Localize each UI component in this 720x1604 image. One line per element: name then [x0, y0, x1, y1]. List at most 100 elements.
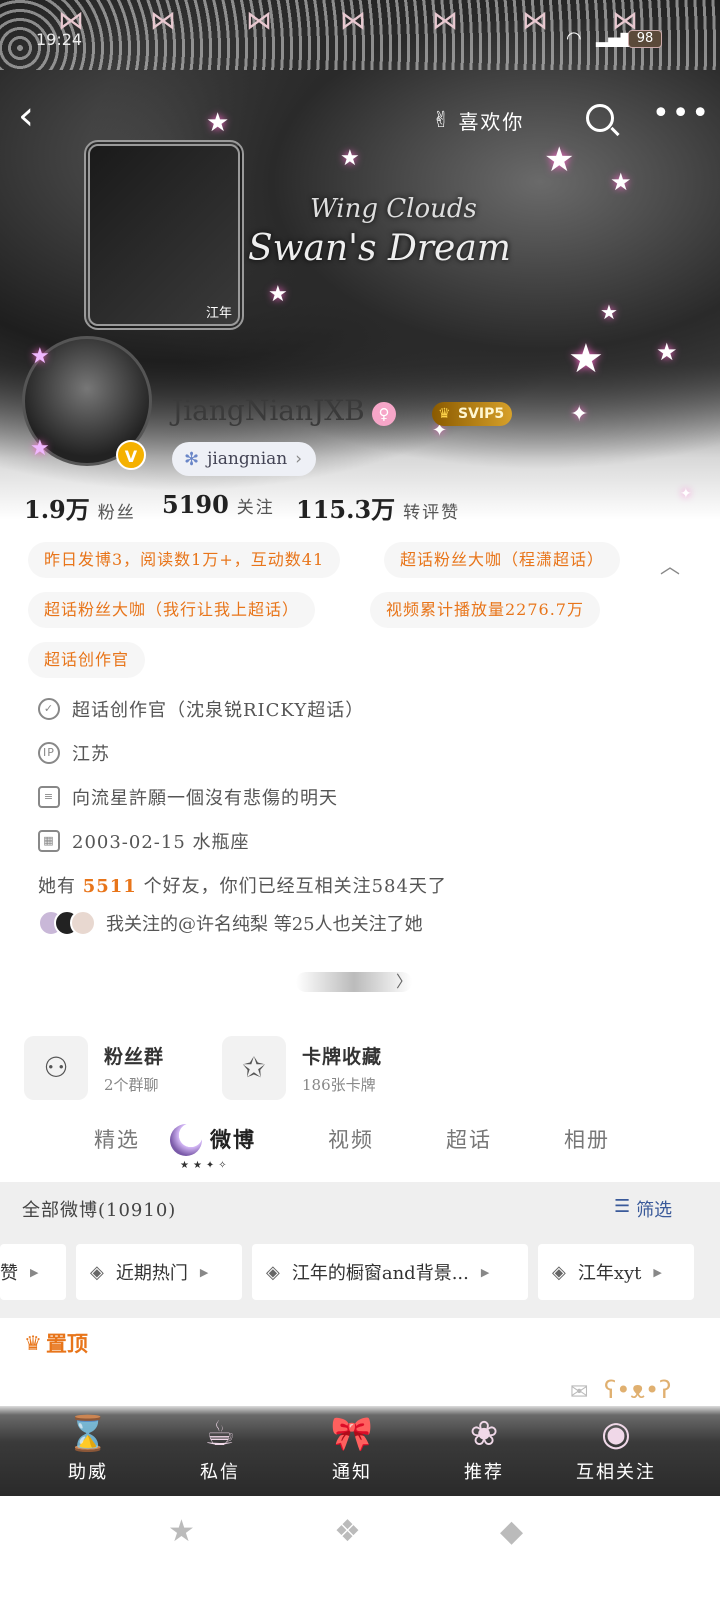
- info-ip-text: 江苏: [72, 744, 110, 765]
- friends-summary[interactable]: 她有 5511 个好友，你们已经互相关注584天了: [38, 872, 447, 898]
- action-notify[interactable]: 🎀 通知: [292, 1410, 412, 1484]
- star-icon: ★: [206, 108, 230, 138]
- mutual-followers[interactable]: 我关注的@许名纯梨 等25人也关注了她: [38, 910, 423, 936]
- tab-album[interactable]: 相册: [564, 1124, 610, 1154]
- tag-creator[interactable]: 超话创作官: [28, 642, 146, 678]
- info-creator[interactable]: ✓ 超话创作官（沈泉锐RICKY超话）: [38, 696, 364, 722]
- stat-value: 115.3万: [296, 495, 396, 524]
- mirror-icon: ◉: [601, 1414, 631, 1454]
- filter-button[interactable]: ☰ 筛选: [614, 1196, 672, 1222]
- tag-superfan-wohang[interactable]: 超话粉丝大咖（我行让我上超话）: [28, 592, 316, 628]
- chip-label: 江年的橱窗and背景...: [291, 1263, 469, 1284]
- chip-label: 赞: [0, 1263, 18, 1284]
- tab-featured[interactable]: 精选: [94, 1124, 140, 1154]
- action-mutual-follow[interactable]: ◉ 互相关注: [556, 1410, 676, 1484]
- search-icon[interactable]: [586, 104, 614, 132]
- caret-right-icon: ▶: [199, 1265, 209, 1279]
- star-icon: ★: [600, 300, 618, 324]
- like-button[interactable]: ✌ 喜欢你: [432, 100, 524, 140]
- battery-indicator: 98: [628, 30, 662, 48]
- banner-art-subtitle: Swan's Dream: [248, 228, 511, 269]
- card-collection-icon[interactable]: ✩: [222, 1036, 286, 1100]
- filter-label: 筛选: [636, 1200, 673, 1221]
- stat-value: 1.9万: [24, 495, 90, 524]
- star-nav-icon[interactable]: ★: [168, 1514, 195, 1549]
- chip-label: 近期热门: [115, 1263, 188, 1284]
- card-fan-group-subtitle: 2个群聊: [104, 1076, 159, 1094]
- caret-right-icon: ▶: [480, 1265, 490, 1279]
- stat-label: 关注: [236, 498, 275, 518]
- moon-icon: [170, 1124, 202, 1156]
- bear-icon: ʕ•ᴥ•ʔ: [604, 1376, 672, 1404]
- chip-recent-hot[interactable]: ◈ 近期热门 ▶: [76, 1244, 242, 1300]
- avatar: [70, 910, 96, 936]
- teapot-icon: ☕: [204, 1414, 236, 1454]
- fish-icon[interactable]: ◆: [500, 1514, 523, 1549]
- hourglass-icon: ⌛: [66, 1414, 110, 1454]
- info-bio-text: 向流星許願一個沒有悲傷的明天: [72, 788, 338, 809]
- tag-video-views[interactable]: 视频累计播放量2276.7万: [370, 592, 600, 628]
- chevron-up-icon[interactable]: ︿: [660, 550, 680, 579]
- stat-label: 粉丝: [97, 503, 136, 523]
- envelope-icon: ✉: [570, 1380, 589, 1405]
- stat-value: 5190: [162, 490, 229, 519]
- chip-xyt[interactable]: ◈ 江年xyt ▶: [538, 1244, 694, 1300]
- stat-following[interactable]: 5190 关注: [162, 490, 275, 530]
- expand-arrow[interactable]: 〉: [296, 972, 412, 992]
- flower-icon: ❀: [469, 1414, 499, 1454]
- star-icon: ★: [568, 336, 604, 382]
- filter-icon: ☰: [614, 1196, 631, 1217]
- more-icon[interactable]: •••: [652, 96, 711, 131]
- friends-suffix: 个好友，你们已经互相关注584天了: [143, 876, 447, 897]
- action-cheer[interactable]: ⌛ 助威: [28, 1410, 148, 1484]
- svip-badge[interactable]: SVIP5: [432, 402, 513, 426]
- paw-icon[interactable]: ❖: [334, 1514, 361, 1549]
- action-label: 助威: [68, 1462, 108, 1483]
- tab-video[interactable]: 视频: [328, 1124, 374, 1154]
- info-creator-text: 超话创作官（沈泉锐RICKY超话）: [72, 700, 365, 721]
- chip-liked[interactable]: 赞 ▶: [0, 1244, 66, 1300]
- layers-icon: ◈: [266, 1261, 280, 1283]
- fan-group-icon[interactable]: ⚇: [24, 1036, 88, 1100]
- tag-superfan-chengxiao[interactable]: 超话粉丝大咖（程潇超话）: [384, 542, 621, 578]
- feed-title: 全部微博(10910): [22, 1200, 177, 1221]
- stat-interactions[interactable]: 115.3万 转评赞: [296, 490, 460, 530]
- document-icon: ≡: [38, 786, 60, 808]
- like-label: 喜欢你: [458, 109, 525, 134]
- frame-label: 江年: [206, 306, 233, 321]
- info-birthday: ▦ 2003-02-15 水瓶座: [38, 828, 250, 854]
- layers-icon: ◈: [552, 1261, 566, 1283]
- stat-followers[interactable]: 1.9万 粉丝: [24, 490, 136, 530]
- handle-text: jiangnian: [207, 449, 288, 469]
- caret-right-icon: ▶: [653, 1265, 662, 1279]
- chip-showcase[interactable]: ◈ 江年的橱窗and背景... ▶: [252, 1244, 528, 1300]
- tab-supertopic[interactable]: 超话: [446, 1124, 492, 1154]
- back-icon[interactable]: ‹: [18, 96, 34, 136]
- action-recommend[interactable]: ❀ 推荐: [424, 1410, 544, 1484]
- gender-female-icon: ♀: [372, 402, 396, 426]
- action-message[interactable]: ☕ 私信: [160, 1410, 280, 1484]
- tab-indicator: ★★✦✧: [180, 1160, 231, 1171]
- sparkle-icon: ✦: [570, 402, 589, 427]
- chevron-right-icon: ›: [295, 449, 303, 469]
- card-collection-title[interactable]: 卡牌收藏: [302, 1042, 382, 1069]
- tab-weibo[interactable]: 微博: [210, 1124, 256, 1154]
- wifi-icon: ◠: [566, 28, 582, 49]
- star-icon: ★: [30, 344, 50, 369]
- handle-chip[interactable]: ✻ jiangnian ›: [172, 442, 317, 476]
- friends-count: 5511: [82, 876, 137, 897]
- banner-art-title: Wing Clouds: [310, 194, 477, 224]
- star-icon: ★: [268, 282, 288, 307]
- tag-daily-stats[interactable]: 昨日发博3，阅读数1万+，互动数41: [28, 542, 341, 578]
- star-icon: ★: [340, 146, 360, 171]
- action-label: 私信: [200, 1462, 240, 1483]
- action-label: 互相关注: [576, 1462, 656, 1483]
- bottom-nav: [0, 1496, 720, 1604]
- card-fan-group-title[interactable]: 粉丝群: [104, 1042, 164, 1069]
- crown-icon: ♛: [24, 1331, 42, 1355]
- stat-label: 转评赞: [403, 503, 461, 523]
- calendar-icon: ▦: [38, 830, 60, 852]
- verified-badge: V: [116, 440, 146, 470]
- card-collection-subtitle: 186张卡牌: [302, 1076, 376, 1094]
- pinned-label: ♛ 置顶: [24, 1328, 88, 1358]
